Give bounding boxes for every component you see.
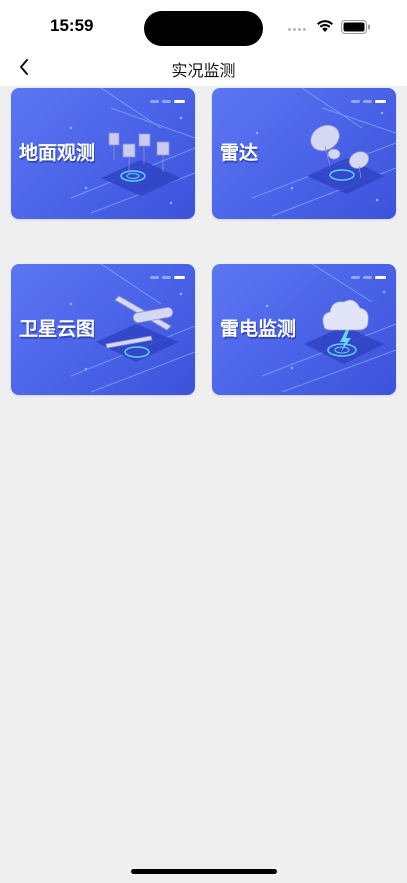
card-page-dots: [150, 100, 185, 103]
navigation-bar: 实况监测: [0, 56, 407, 86]
card-label: 卫星云图: [19, 318, 96, 340]
page-title: 实况监测: [171, 61, 236, 80]
card-page-dots: [351, 100, 386, 103]
card-label: 雷达: [220, 142, 259, 164]
card-lightning-monitoring[interactable]: 雷电监测: [212, 264, 396, 395]
card-page-dots: [351, 276, 386, 279]
card-page-dots: [150, 276, 185, 279]
card-radar[interactable]: 雷达: [212, 88, 396, 219]
card-satellite-cloud-image[interactable]: 卫星云图: [11, 264, 195, 395]
home-indicator[interactable]: [131, 869, 277, 874]
cellular-signal-icon: [288, 28, 306, 31]
card-label: 地面观测: [19, 142, 96, 164]
wifi-icon: [317, 20, 333, 32]
status-bar: 15:59: [0, 0, 407, 56]
card-label: 雷电监测: [220, 318, 297, 340]
dynamic-island: [144, 11, 263, 46]
card-ground-observation[interactable]: 地面观测: [11, 88, 195, 219]
status-time: 15:59: [50, 16, 94, 35]
battery-icon: [341, 20, 370, 34]
